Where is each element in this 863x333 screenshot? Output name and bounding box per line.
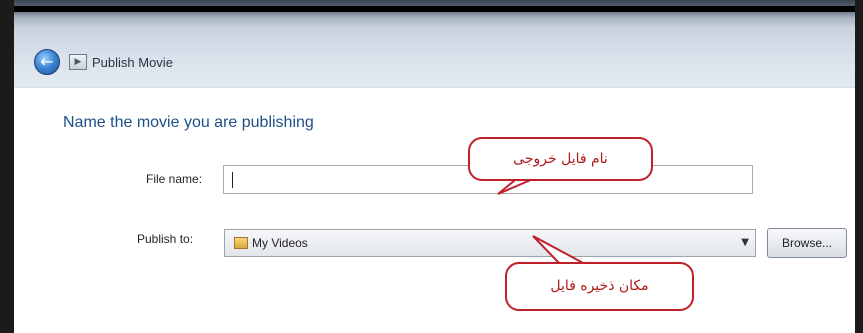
browse-button[interactable]: Browse... (767, 228, 847, 258)
window-title: Publish Movie (92, 55, 173, 70)
publish-to-dropdown[interactable]: My Videos ▼ (224, 229, 756, 257)
publish-to-value: My Videos (252, 236, 308, 250)
right-border (855, 0, 863, 333)
back-arrow-icon: ← (40, 52, 54, 71)
top-border (0, 6, 863, 12)
callout-file-name: نام فایل خروجی (468, 137, 653, 181)
back-button[interactable]: ← (34, 49, 60, 75)
folder-icon (234, 237, 248, 249)
screenshot-frame: ← ▶ Publish Movie Name the movie you are… (0, 0, 863, 333)
left-border (0, 0, 14, 333)
publish-to-label: Publish to: (137, 232, 194, 246)
file-name-label: File name: (146, 172, 203, 186)
callout-save-location: مکان ذخیره فایل (505, 262, 694, 311)
page-heading: Name the movie you are publishing (63, 114, 314, 131)
window-titlebar: ← ▶ Publish Movie (14, 0, 855, 88)
movie-icon: ▶ (69, 54, 87, 70)
chevron-down-icon[interactable]: ▼ (741, 237, 749, 248)
text-caret (232, 172, 233, 188)
